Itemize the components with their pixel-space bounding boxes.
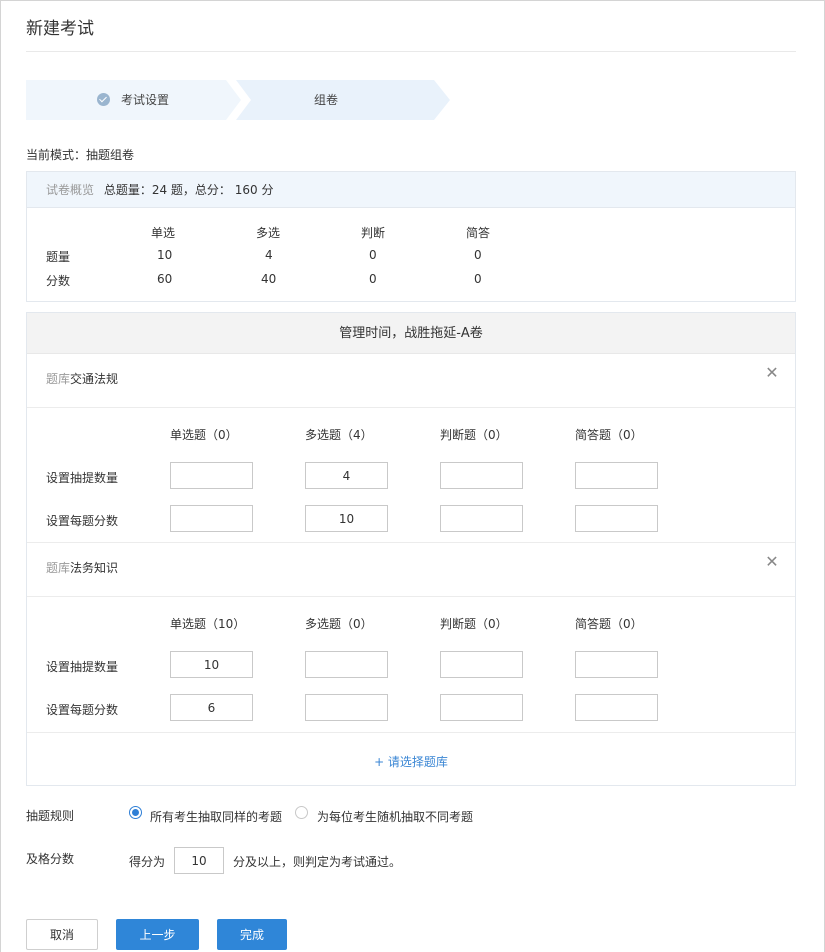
overview-column-header: 多选 [256, 226, 281, 240]
score-input[interactable] [575, 505, 658, 532]
paper-overview: 试卷概览 总题量：24 题，总分： 160 分 单选 多选 判断 简答 题量 1… [26, 171, 796, 302]
score-input[interactable] [575, 694, 658, 721]
overview-cell: 60 [157, 272, 173, 286]
overview-column-header: 判断 [361, 226, 386, 240]
overview-cell: 40 [261, 272, 277, 286]
bank-column-header: 简答题（0） [575, 617, 643, 631]
bank-column-header: 判断题（0） [440, 428, 508, 442]
draw-count-input[interactable] [575, 462, 658, 489]
check-icon [97, 93, 110, 106]
overview-row-label: 题量 [46, 250, 71, 264]
previous-step-button[interactable]: 上一步 [116, 919, 199, 950]
bank-prefix: 题库 [46, 372, 71, 386]
overview-header: 试卷概览 总题量：24 题，总分： 160 分 [27, 172, 795, 208]
overview-summary: 总题量：24 题，总分： 160 分 [103, 183, 274, 197]
score-input[interactable] [170, 505, 253, 532]
add-bank-link[interactable]: + 请选择题库 [27, 753, 795, 770]
score-input[interactable] [440, 694, 523, 721]
overview-column-header: 简答 [466, 226, 491, 240]
divider [26, 51, 796, 52]
step-compose[interactable]: 组卷 [236, 80, 450, 120]
current-mode: 当前模式：抽题组卷 [26, 146, 134, 163]
draw-count-input[interactable] [170, 651, 253, 678]
bank-name: 交通法规 [70, 372, 119, 386]
overview-cell: 0 [369, 248, 377, 262]
draw-count-input[interactable] [170, 462, 253, 489]
rules-label: 抽题规则 [26, 809, 75, 823]
bank-header: 题库法务知识 ✕ [27, 543, 795, 597]
mode-value: 抽题组卷 [86, 148, 135, 162]
page-title: 新建考试 [26, 19, 94, 39]
pass-suffix: 分及以上，则判定为考试通过。 [233, 855, 402, 869]
draw-count-input[interactable] [440, 651, 523, 678]
bank-column-header: 单选题（0） [170, 428, 238, 442]
score-input[interactable] [170, 694, 253, 721]
bank-prefix: 题库 [46, 561, 71, 575]
overview-cell: 4 [265, 248, 273, 262]
bank-column-header: 判断题（0） [440, 617, 508, 631]
bank-column-header: 多选题（0） [305, 617, 373, 631]
bank-column-header: 单选题（10） [170, 617, 246, 631]
count-row-label: 设置抽提数量 [46, 660, 119, 674]
overview-cell: 10 [157, 248, 173, 262]
pass-label: 及格分数 [26, 852, 75, 866]
radio-random-questions[interactable] [295, 806, 308, 819]
draw-count-input[interactable] [575, 651, 658, 678]
overview-label: 试卷概览 [46, 183, 95, 197]
bank-title: 题库法务知识 [46, 559, 118, 576]
mode-label: 当前模式： [26, 148, 87, 162]
overview-row-label: 分数 [46, 274, 71, 288]
bank-name: 法务知识 [70, 561, 119, 575]
question-bank-panel: 管理时间，战胜拖延-A卷 题库交通法规 ✕ 单选题（0） 多选题（4） 判断题（… [26, 312, 796, 786]
paper-title: 管理时间，战胜拖延-A卷 [27, 313, 795, 354]
overview-cell: 0 [474, 272, 482, 286]
radio-same-questions[interactable] [129, 806, 142, 819]
divider [27, 732, 795, 733]
step-label: 组卷 [314, 93, 339, 107]
cancel-button[interactable]: 取消 [26, 919, 98, 950]
score-row-label: 设置每题分数 [46, 703, 119, 717]
step-exam-settings[interactable]: 考试设置 [26, 80, 241, 120]
overview-cell: 0 [474, 248, 482, 262]
overview-column-header: 单选 [151, 226, 176, 240]
bank-title: 题库交通法规 [46, 370, 118, 387]
pass-prefix: 得分为 [129, 855, 166, 869]
bank-column-header: 多选题（4） [305, 428, 373, 442]
radio-label: 为每位考生随机抽取不同考题 [317, 810, 474, 824]
draw-count-input[interactable] [440, 462, 523, 489]
pass-score-input[interactable] [174, 847, 224, 874]
score-input[interactable] [440, 505, 523, 532]
draw-count-input[interactable] [305, 462, 388, 489]
draw-count-input[interactable] [305, 651, 388, 678]
bank-column-header: 简答题（0） [575, 428, 643, 442]
close-icon[interactable]: ✕ [765, 554, 779, 570]
step-label: 考试设置 [121, 93, 170, 107]
bank-header: 题库交通法规 ✕ [27, 354, 795, 408]
overview-cell: 0 [369, 272, 377, 286]
score-input[interactable] [305, 505, 388, 532]
finish-button[interactable]: 完成 [217, 919, 287, 950]
radio-label: 所有考生抽取同样的考题 [150, 810, 283, 824]
score-input[interactable] [305, 694, 388, 721]
score-row-label: 设置每题分数 [46, 514, 119, 528]
close-icon[interactable]: ✕ [765, 365, 779, 381]
count-row-label: 设置抽提数量 [46, 471, 119, 485]
